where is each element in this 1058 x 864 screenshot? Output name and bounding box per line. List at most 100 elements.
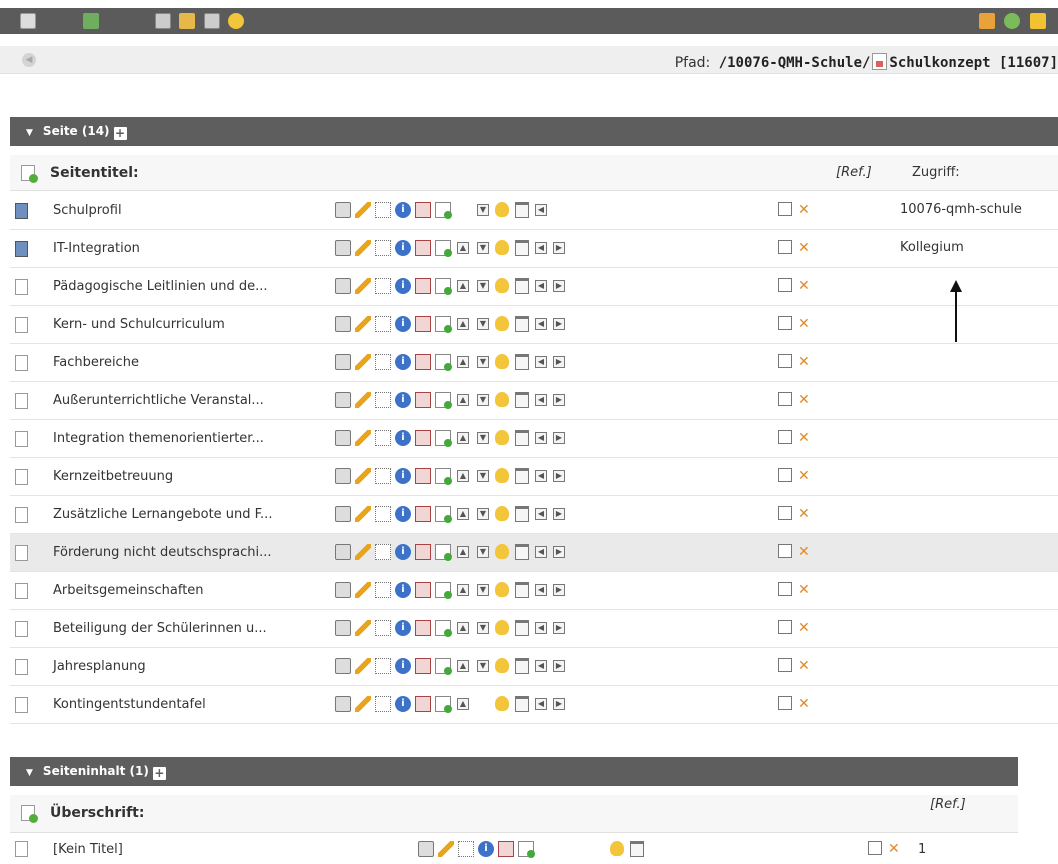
move-right-icon[interactable]: ▶: [553, 394, 565, 406]
page-title[interactable]: Kernzeitbetreuung: [53, 469, 173, 484]
export-icon[interactable]: [20, 13, 36, 29]
copy-icon[interactable]: [778, 696, 792, 710]
move-left-icon[interactable]: ◀: [535, 280, 547, 292]
cut-scissors-icon[interactable]: ✕: [798, 468, 814, 484]
page-title[interactable]: Kern- und Schulcurriculum: [53, 317, 225, 332]
bulb-icon[interactable]: [495, 278, 509, 293]
info-icon[interactable]: i: [395, 506, 411, 522]
view-icon[interactable]: [335, 202, 351, 218]
edit-pencil-icon[interactable]: [355, 658, 371, 674]
bulb-icon[interactable]: [495, 354, 509, 369]
pdf-icon[interactable]: [415, 696, 431, 712]
bulb-icon[interactable]: [495, 468, 509, 483]
move-down-icon[interactable]: ▼: [477, 318, 489, 330]
move-left-icon[interactable]: ◀: [535, 204, 547, 216]
copy-icon[interactable]: [778, 392, 792, 406]
new-subpage-icon[interactable]: [435, 544, 452, 561]
move-up-icon[interactable]: ▲: [457, 280, 469, 292]
page-title[interactable]: Integration themenorientierter...: [53, 431, 264, 446]
new-subpage-icon[interactable]: [435, 354, 452, 371]
info-icon[interactable]: i: [395, 658, 411, 674]
insert-icon[interactable]: [375, 278, 391, 294]
move-up-icon[interactable]: ▲: [457, 432, 469, 444]
move-left-icon[interactable]: ◀: [535, 432, 547, 444]
edit-pencil-icon[interactable]: [355, 620, 371, 636]
delete-trash-icon[interactable]: [515, 506, 529, 522]
delete-trash-icon[interactable]: [515, 354, 529, 370]
pdf-icon[interactable]: [415, 544, 431, 560]
view-icon[interactable]: [335, 506, 351, 522]
info-icon[interactable]: i: [395, 202, 411, 218]
info-icon[interactable]: i: [478, 841, 494, 857]
move-up-icon[interactable]: ▲: [457, 394, 469, 406]
copy-icon[interactable]: [778, 430, 792, 444]
new-subpage-icon[interactable]: [435, 582, 452, 599]
move-down-icon[interactable]: ▼: [477, 546, 489, 558]
delete-trash-icon[interactable]: [515, 544, 529, 560]
delete-trash-icon[interactable]: [515, 430, 529, 446]
move-right-icon[interactable]: ▶: [553, 356, 565, 368]
delete-trash-icon[interactable]: [515, 316, 529, 332]
move-right-icon[interactable]: ▶: [553, 546, 565, 558]
cut-scissors-icon[interactable]: ✕: [798, 278, 814, 294]
bulb-icon[interactable]: [495, 392, 509, 407]
pdf-icon[interactable]: [415, 354, 431, 370]
page-title[interactable]: Schulprofil: [53, 203, 122, 218]
insert-icon[interactable]: [375, 240, 391, 256]
new-subpage-icon[interactable]: [435, 316, 452, 333]
move-left-icon[interactable]: ◀: [535, 356, 547, 368]
move-down-icon[interactable]: ▼: [477, 470, 489, 482]
edit-pencil-icon[interactable]: [355, 392, 371, 408]
move-up-icon[interactable]: ▲: [457, 470, 469, 482]
move-right-icon[interactable]: ▶: [553, 318, 565, 330]
cut-scissors-icon[interactable]: ✕: [798, 316, 814, 332]
insert-icon[interactable]: [375, 430, 391, 446]
view-icon[interactable]: [335, 240, 351, 256]
move-right-icon[interactable]: ▶: [553, 584, 565, 596]
new-subpage-icon[interactable]: [435, 658, 452, 675]
move-right-icon[interactable]: ▶: [553, 470, 565, 482]
page-row[interactable]: Kernzeitbetreuung i ▲ ▼ ◀ ▶ ✕: [10, 458, 1058, 496]
cut-scissors-icon[interactable]: ✕: [798, 506, 814, 522]
section-header-seite[interactable]: ▼ Seite (14) +: [10, 117, 1058, 146]
bulb-icon[interactable]: [495, 658, 509, 673]
page-row[interactable]: Schulprofil i ▼ ◀ ✕ 10076-qmh-schule: [10, 192, 1058, 230]
view-page-icon[interactable]: [155, 13, 171, 29]
cut-scissors-icon[interactable]: ✕: [798, 430, 814, 446]
content-title[interactable]: [Kein Titel]: [53, 842, 123, 857]
insert-icon[interactable]: [375, 468, 391, 484]
page-title[interactable]: Arbeitsgemeinschaften: [53, 583, 204, 598]
info-icon[interactable]: i: [395, 316, 411, 332]
insert-icon[interactable]: [375, 544, 391, 560]
copy-icon[interactable]: [778, 582, 792, 596]
edit-pencil-icon[interactable]: [355, 582, 371, 598]
move-up-icon[interactable]: ▲: [457, 622, 469, 634]
delete-trash-icon[interactable]: [630, 841, 644, 857]
info-icon[interactable]: i: [395, 354, 411, 370]
refresh-icon[interactable]: [1004, 13, 1020, 29]
add-page-icon[interactable]: +: [113, 127, 127, 140]
cut-scissors-icon[interactable]: ✕: [798, 658, 814, 674]
view-icon[interactable]: [335, 696, 351, 712]
insert-icon[interactable]: [375, 354, 391, 370]
edit-pencil-icon[interactable]: [355, 468, 371, 484]
info-icon[interactable]: i: [395, 392, 411, 408]
page-title[interactable]: Beteiligung der Schülerinnen u...: [53, 621, 267, 636]
delete-trash-icon[interactable]: [515, 696, 529, 712]
bulb-icon[interactable]: [495, 582, 509, 597]
bulb-icon[interactable]: [610, 841, 624, 856]
page-row[interactable]: Kontingentstundentafel i ▲ ◀ ▶ ✕: [10, 686, 1058, 724]
new-subpage-icon[interactable]: [435, 202, 452, 219]
pdf-icon[interactable]: [415, 506, 431, 522]
move-up-icon[interactable]: ▲: [457, 356, 469, 368]
delete-trash-icon[interactable]: [515, 392, 529, 408]
delete-trash-icon[interactable]: [515, 658, 529, 674]
move-down-icon[interactable]: ▼: [477, 280, 489, 292]
edit-pencil-icon[interactable]: [355, 430, 371, 446]
bulb-icon[interactable]: [495, 202, 509, 217]
info-icon[interactable]: i: [395, 278, 411, 294]
view-icon[interactable]: [335, 582, 351, 598]
bulb-icon[interactable]: [495, 316, 509, 331]
copy-icon[interactable]: [778, 240, 792, 254]
tip-bulb-icon[interactable]: [228, 13, 244, 29]
